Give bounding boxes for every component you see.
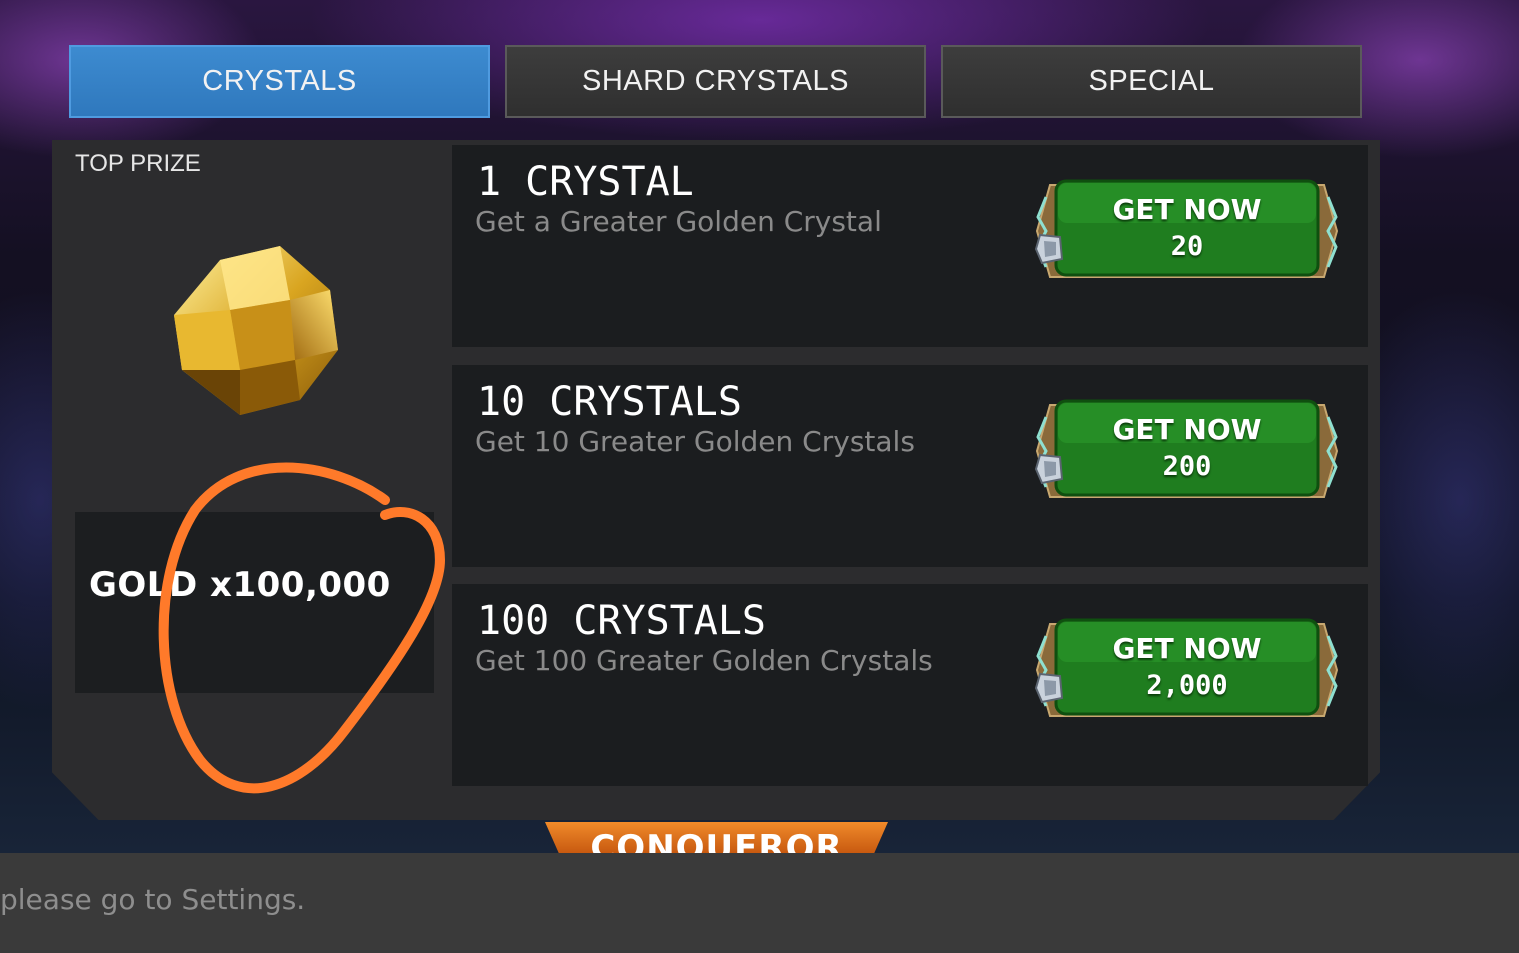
get-now-button[interactable]: GET NOW 2,000 bbox=[1032, 616, 1342, 724]
get-now-label: GET NOW bbox=[1112, 632, 1262, 665]
offer-title: 10 CRYSTALS bbox=[477, 379, 742, 425]
get-now-button[interactable]: GET NOW 200 bbox=[1032, 397, 1342, 505]
top-prize-reward: GOLD x100,000 bbox=[89, 565, 391, 605]
unit-currency-icon bbox=[1034, 453, 1064, 485]
notification-text: please go to Settings. bbox=[0, 883, 306, 916]
offer-row: 10 CRYSTALS Get 10 Greater Golden Crysta… bbox=[452, 365, 1368, 567]
price: 200 bbox=[1032, 451, 1342, 485]
offer-title: 100 CRYSTALS bbox=[477, 598, 766, 644]
offer-row: 100 CRYSTALS Get 100 Greater Golden Crys… bbox=[452, 584, 1368, 786]
tab-special[interactable]: SPECIAL bbox=[941, 45, 1362, 118]
price-value: 200 bbox=[1162, 451, 1212, 482]
tab-crystals[interactable]: CRYSTALS bbox=[69, 45, 490, 118]
unit-currency-icon bbox=[1034, 672, 1064, 704]
get-now-button[interactable]: GET NOW 20 bbox=[1032, 177, 1342, 285]
offer-description: Get 10 Greater Golden Crystals bbox=[475, 425, 915, 458]
get-now-label: GET NOW bbox=[1112, 193, 1262, 226]
price-value: 2,000 bbox=[1146, 670, 1228, 701]
gold-crystal-icon bbox=[174, 246, 338, 415]
price-value: 20 bbox=[1170, 231, 1204, 262]
get-now-label: GET NOW bbox=[1112, 413, 1262, 446]
price: 20 bbox=[1032, 231, 1342, 265]
offer-row: 1 CRYSTAL Get a Greater Golden Crystal G… bbox=[452, 145, 1368, 347]
offer-title: 1 CRYSTAL bbox=[477, 159, 694, 205]
tab-shard-crystals[interactable]: SHARD CRYSTALS bbox=[505, 45, 926, 118]
unit-currency-icon bbox=[1034, 233, 1064, 265]
top-prize-label: TOP PRIZE bbox=[75, 150, 201, 177]
offer-description: Get 100 Greater Golden Crystals bbox=[475, 644, 933, 677]
notification-bar: please go to Settings. bbox=[0, 853, 1519, 953]
price: 2,000 bbox=[1032, 670, 1342, 704]
conqueror-banner[interactable]: CONQUEROR bbox=[545, 822, 888, 853]
offer-description: Get a Greater Golden Crystal bbox=[475, 205, 882, 238]
banner-label: CONQUEROR bbox=[590, 828, 843, 853]
